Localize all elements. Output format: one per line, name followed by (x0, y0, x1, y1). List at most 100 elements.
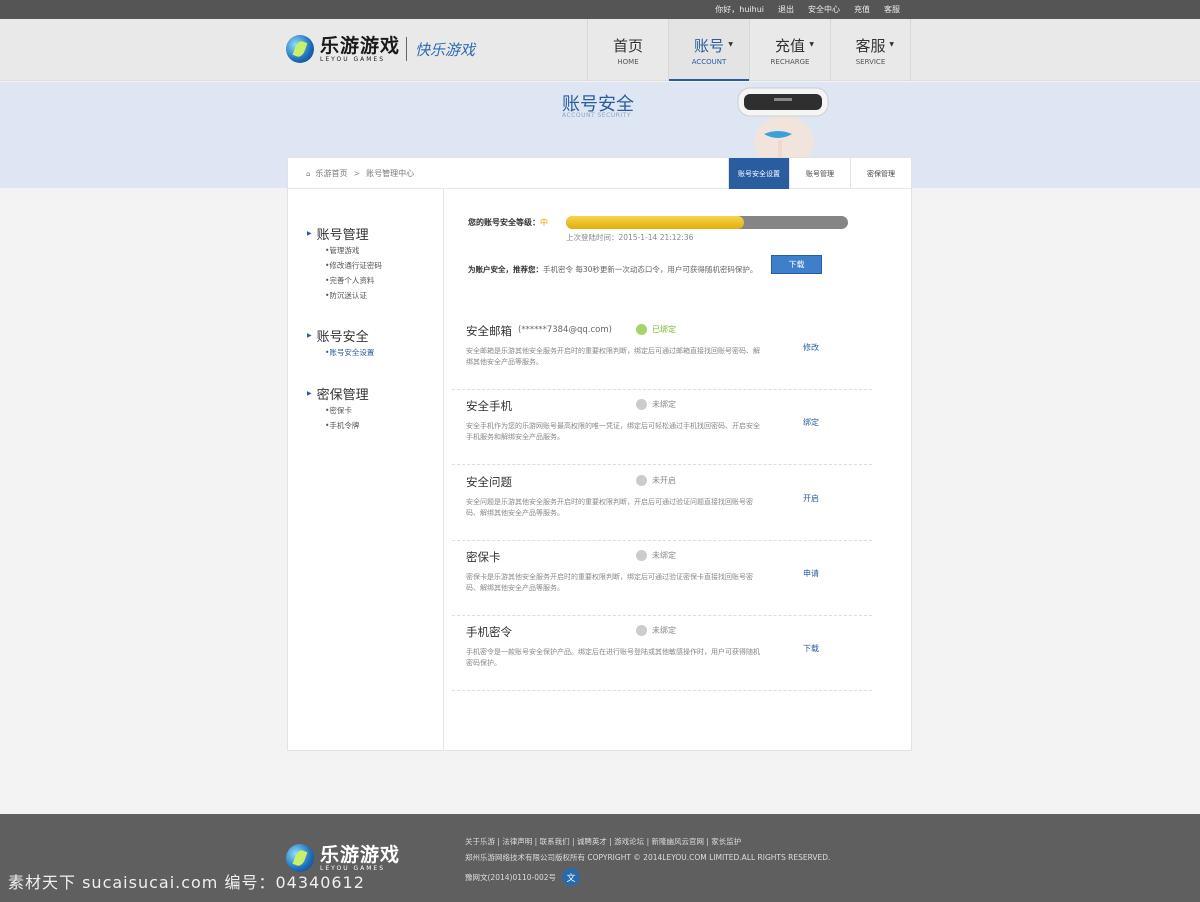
sidebar: ▶ 账号管理 •管理游戏 •修改通行证密码 •完善个人资料 •防沉迷认证 ▶ 账… (288, 189, 444, 750)
tab-account-security[interactable]: 账号安全设置 (728, 158, 789, 189)
recommendation-text: 手机密令 每30秒更新一次动态口令，用户可获得随机密码保护。 (543, 265, 758, 274)
security-item-question: 安全问题 未开启 安全问题是乐游其他安全服务开启时的重要权限判断，开启后可通过验… (452, 466, 872, 541)
item-title: 密保卡 (466, 550, 501, 564)
sidebar-item-security-settings[interactable]: •账号安全设置 (325, 345, 374, 360)
logo-mark-icon (286, 844, 314, 872)
home-icon: ⌂ (306, 169, 311, 178)
arrow-right-icon: ▶ (307, 230, 312, 237)
status-dot-icon (636, 550, 647, 561)
item-status: 未绑定 (636, 399, 676, 410)
footer-links[interactable]: 关于乐游 | 法律声明 | 联系我们 | 诚聘英才 | 游戏论坛 | 新隆幽风云… (465, 836, 741, 847)
sidebar-group-account: ▶ 账号管理 •管理游戏 •修改通行证密码 •完善个人资料 •防沉迷认证 (307, 224, 382, 303)
logo-title: 乐游游戏 (320, 34, 401, 57)
sidebar-item-mobile-token[interactable]: •手机令牌 (325, 418, 369, 433)
security-level-bar (566, 216, 848, 229)
tab-account-manage[interactable]: 账号管理 (789, 158, 850, 189)
apply-card-link[interactable]: 申请 (803, 568, 819, 579)
main-nav: 首页 HOME 账号 ACCOUNT ▼ 充值 RECHARGE ▼ 客服 SE… (587, 19, 911, 81)
security-level: 您的账号安全等级：中 (468, 217, 548, 228)
item-description: 手机密令是一款账号安全保护产品。绑定后在进行账号登陆或其他敏感操作时，用户可获得… (466, 648, 760, 667)
bind-phone-link[interactable]: 绑定 (803, 417, 819, 428)
tab-security-manage[interactable]: 密保管理 (850, 158, 911, 189)
sidebar-item-change-password[interactable]: •修改通行证密码 (325, 258, 382, 273)
sidebar-heading: 密保管理 (316, 388, 369, 403)
security-item-phone: 安全手机 未绑定 安全手机作为您的乐游网账号最高权限的唯一凭证，绑定后可轻松通过… (452, 390, 872, 465)
slogan: 快乐游戏 (415, 40, 476, 59)
culture-badge-icon: 文 (562, 868, 581, 886)
top-links: 你好，huihui 退出 安全中心 充值 客服 (715, 0, 900, 19)
item-status: 未开启 (636, 475, 676, 486)
security-item-email: 安全邮箱 (******7384@qq.com) 已绑定 安全邮箱是乐游其他安全… (452, 315, 872, 390)
nav-home[interactable]: 首页 HOME (587, 19, 668, 81)
last-login-time: 上次登陆时间：2015-1-14 21:12:36 (566, 233, 694, 242)
status-dot-icon (636, 324, 647, 335)
logo[interactable]: 乐游游戏 LEYOU GAMES 快乐游戏 (286, 35, 475, 63)
status-dot-icon (636, 625, 647, 636)
security-level-label: 您的账号安全等级： (468, 218, 540, 227)
item-title: 安全手机 (466, 399, 512, 413)
modify-email-link[interactable]: 修改 (803, 342, 819, 353)
logo-subtitle: LEYOU GAMES (320, 55, 386, 63)
item-status: 未绑定 (636, 625, 676, 636)
caret-down-icon: ▼ (889, 41, 894, 48)
vr-model-image (734, 82, 830, 158)
item-email-value: (******7384@qq.com) (518, 325, 612, 335)
logo-mark-icon (286, 35, 314, 63)
footer-logo: 乐游游戏 LEYOU GAMES (286, 844, 400, 872)
nav-service[interactable]: 客服 SERVICE ▼ (830, 19, 911, 81)
service-link[interactable]: 客服 (884, 4, 900, 15)
breadcrumb-row: ⌂ 乐游首页 > 账号管理中心 账号安全设置 账号管理 密保管理 (288, 158, 911, 189)
sidebar-item-profile[interactable]: •完善个人资料 (325, 273, 382, 288)
greeting-text: 你好，huihui (715, 5, 764, 14)
security-content: 您的账号安全等级：中 上次登陆时间：2015-1-14 21:12:36 为账户… (444, 189, 911, 750)
sidebar-group-protection: ▶ 密保管理 •密保卡 •手机令牌 (307, 384, 369, 433)
nav-recharge[interactable]: 充值 RECHARGE ▼ (749, 19, 830, 81)
security-level-value: 中 (540, 218, 548, 227)
breadcrumb-home[interactable]: 乐游首页 (315, 168, 347, 179)
arrow-right-icon: ▶ (307, 332, 312, 339)
download-button[interactable]: 下载 (771, 255, 822, 274)
status-dot-icon (636, 399, 647, 410)
item-description: 安全手机作为您的乐游网账号最高权限的唯一凭证，绑定后可轻松通过手机找回密码、开启… (466, 422, 760, 441)
item-title: 安全问题 (466, 475, 512, 489)
sidebar-heading: 账号安全 (316, 330, 369, 345)
security-center-link[interactable]: 安全中心 (808, 4, 840, 15)
breadcrumb-separator: > (353, 169, 361, 178)
header: 乐游游戏 LEYOU GAMES 快乐游戏 首页 HOME 账号 ACCOUNT… (0, 19, 1200, 81)
item-status: 未绑定 (636, 550, 676, 561)
caret-down-icon: ▼ (809, 41, 814, 48)
recommendation: 为账户安全，推荐您：手机密令 每30秒更新一次动态口令，用户可获得随机密码保护。 (468, 264, 757, 275)
item-title: 手机密令 (466, 625, 512, 639)
top-bar: 你好，huihui 退出 安全中心 充值 客服 (0, 0, 1200, 19)
download-token-link[interactable]: 下载 (803, 643, 819, 654)
banner-subtitle: ACCOUNT SECURITY (562, 112, 632, 119)
sidebar-group-security: ▶ 账号安全 •账号安全设置 (307, 326, 374, 360)
enable-question-link[interactable]: 开启 (803, 493, 819, 504)
sidebar-item-security-card[interactable]: •密保卡 (325, 403, 369, 418)
breadcrumb-current: 账号管理中心 (366, 169, 415, 178)
watermark: 素材天下 sucaisucai.com 编号：04340612 (8, 873, 365, 892)
caret-down-icon: ▼ (728, 41, 733, 48)
sidebar-item-anti-addiction[interactable]: •防沉迷认证 (325, 288, 382, 303)
arrow-right-icon: ▶ (307, 390, 312, 397)
nav-account[interactable]: 账号 ACCOUNT ▼ (668, 19, 749, 81)
item-description: 密保卡是乐游其他安全服务开启时的重要权限判断，绑定后可通过验证密保卡直接找回账号… (466, 573, 753, 592)
item-title: 安全邮箱 (466, 324, 512, 338)
item-description: 安全邮箱是乐游其他安全服务开启时的重要权限判断，绑定后可通过邮箱直接找回账号密码… (466, 347, 760, 366)
security-item-card: 密保卡 未绑定 密保卡是乐游其他安全服务开启时的重要权限判断，绑定后可通过验证密… (452, 541, 872, 616)
recommendation-label: 为账户安全，推荐您： (468, 265, 543, 274)
panel-tabs: 账号安全设置 账号管理 密保管理 (728, 158, 911, 189)
main-panel: ⌂ 乐游首页 > 账号管理中心 账号安全设置 账号管理 密保管理 ▶ 账号管理 … (287, 157, 912, 751)
footer-icp: 豫网文(2014)0110-002号 文 (465, 868, 581, 886)
sidebar-heading: 账号管理 (316, 228, 369, 243)
sidebar-item-manage-games[interactable]: •管理游戏 (325, 243, 382, 258)
recharge-link[interactable]: 充值 (854, 4, 870, 15)
logout-link[interactable]: 退出 (778, 4, 794, 15)
footer-copyright: 郑州乐游网络技术有限公司版权所有 COPYRIGHT © 2014LEYOU.C… (465, 853, 831, 862)
logo-divider (406, 37, 408, 61)
breadcrumb: ⌂ 乐游首页 > 账号管理中心 (306, 168, 414, 179)
status-dot-icon (636, 475, 647, 486)
security-level-bar-fill (566, 216, 744, 229)
item-status: 已绑定 (636, 324, 676, 335)
security-item-token: 手机密令 未绑定 手机密令是一款账号安全保护产品。绑定后在进行账号登陆或其他敏感… (452, 616, 872, 691)
